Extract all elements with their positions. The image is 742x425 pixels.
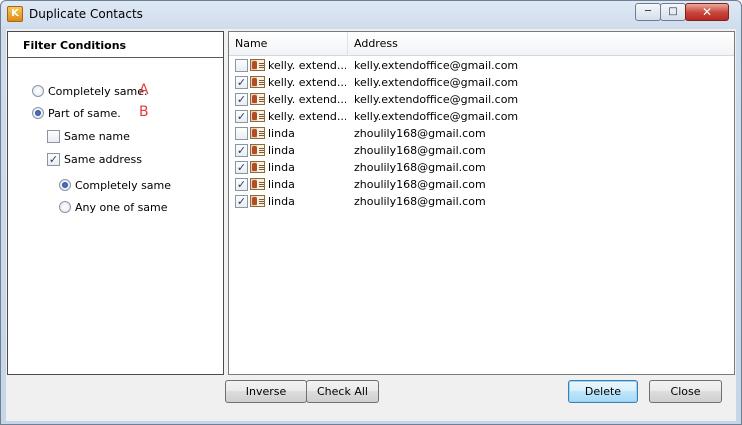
contact-address: zhoulily168@gmail.com — [354, 127, 486, 140]
filter-conditions-title: Filter Conditions — [23, 39, 127, 52]
table-row[interactable]: ✓ kelly. extend... kelly.extendoffice@gmai… — [229, 91, 734, 108]
row-checkbox[interactable]: ✓ — [235, 76, 248, 89]
table-row[interactable]: kelly. extend... kelly.extendoffice@gmail… — [229, 57, 734, 74]
contact-card-icon — [250, 93, 265, 105]
table-row[interactable]: ✓ linda zhoulily168@gmail.com — [229, 142, 734, 159]
same-address-label: Same address — [64, 152, 142, 166]
same-address-checkbox[interactable]: ✓ Same address — [47, 151, 142, 167]
contact-card-icon — [250, 59, 265, 71]
any-one-of-same-label: Any one of same — [75, 200, 168, 214]
contact-name: linda — [268, 195, 295, 208]
title-bar[interactable]: K Duplicate Contacts ─ □ ✕ — [1, 1, 741, 27]
completely-same-label: Completely same. — [48, 84, 148, 98]
part-of-same-label: Part of same. — [48, 106, 121, 120]
app-icon: K — [7, 6, 23, 22]
contact-address: kelly.extendoffice@gmail.com — [354, 93, 519, 106]
column-header-name[interactable]: Name — [229, 32, 348, 56]
list-header: Name Address — [229, 32, 734, 56]
row-checkbox[interactable]: ✓ — [235, 144, 248, 157]
sub-completely-same-label: Completely same — [75, 178, 172, 192]
duplicate-contacts-window: K Duplicate Contacts ─ □ ✕ Filter Condit… — [0, 0, 742, 425]
row-checkbox[interactable]: ✓ — [235, 178, 248, 191]
contact-name: kelly. extend... — [268, 59, 346, 72]
contact-address: zhoulily168@gmail.com — [354, 178, 486, 191]
same-name-label: Same name — [64, 129, 130, 143]
filter-conditions-panel: Filter Conditions Completely same. A Par… — [7, 31, 224, 375]
close-button[interactable]: Close — [649, 380, 722, 403]
contact-card-icon — [250, 110, 265, 122]
contact-address: kelly.extendoffice@gmail.com — [354, 110, 519, 123]
row-checkbox[interactable]: ✓ — [235, 161, 248, 174]
any-one-of-same-radio[interactable]: Any one of same — [59, 199, 168, 215]
contact-address: kelly.extendoffice@gmail.com — [354, 76, 519, 89]
contact-address: zhoulily168@gmail.com — [354, 161, 486, 174]
column-header-address[interactable]: Address — [348, 32, 728, 56]
contact-card-icon — [250, 144, 265, 156]
contact-name: kelly. extend... — [268, 93, 346, 106]
row-checkbox[interactable]: ✓ — [235, 195, 248, 208]
radio-icon — [59, 201, 71, 213]
check-all-button[interactable]: Check All — [306, 380, 379, 403]
minimize-button[interactable]: ─ — [635, 3, 661, 21]
contact-name: kelly. extend... — [268, 110, 346, 123]
same-name-checkbox[interactable]: Same name — [47, 128, 130, 144]
contact-card-icon — [250, 195, 265, 207]
table-row[interactable]: ✓ linda zhoulily168@gmail.com — [229, 159, 734, 176]
contact-card-icon — [250, 161, 265, 173]
close-window-button[interactable]: ✕ — [685, 3, 729, 21]
table-row[interactable]: ✓ kelly. extend... kelly.extendoffice@gmai… — [229, 108, 734, 125]
dialog-body: Filter Conditions Completely same. A Par… — [6, 29, 736, 421]
row-checkbox[interactable]: ✓ — [235, 93, 248, 106]
table-row[interactable]: linda zhoulily168@gmail.com — [229, 125, 734, 142]
table-row[interactable]: ✓ linda zhoulily168@gmail.com — [229, 176, 734, 193]
row-checkbox[interactable]: ✓ — [235, 110, 248, 123]
duplicate-contacts-list[interactable]: Name Address kelly. extend... kelly.exten… — [228, 31, 735, 375]
contact-name: linda — [268, 144, 295, 157]
row-checkbox[interactable] — [235, 127, 248, 140]
marker-a: A — [139, 82, 149, 98]
checkbox-icon: ✓ — [47, 152, 60, 166]
filter-conditions-header: Filter Conditions — [8, 32, 223, 58]
contact-address: zhoulily168@gmail.com — [354, 144, 486, 157]
contact-name: linda — [268, 127, 295, 140]
delete-button[interactable]: Delete — [568, 380, 638, 403]
checkbox-icon — [47, 129, 60, 143]
table-row[interactable]: ✓ kelly. extend... kelly.extendoffice@gmai… — [229, 74, 734, 91]
completely-same-radio[interactable]: Completely same. — [32, 83, 148, 99]
sub-completely-same-radio[interactable]: Completely same — [59, 177, 171, 193]
row-checkbox[interactable] — [235, 59, 248, 72]
maximize-button[interactable]: □ — [660, 3, 686, 21]
contact-card-icon — [250, 127, 265, 139]
radio-icon — [59, 179, 71, 191]
contact-address: kelly.extendoffice@gmail.com — [354, 59, 519, 72]
part-of-same-radio[interactable]: Part of same. — [32, 105, 121, 121]
window-title: Duplicate Contacts — [29, 7, 143, 21]
marker-b: B — [139, 104, 149, 120]
contact-name: kelly. extend... — [268, 76, 346, 89]
contact-card-icon — [250, 76, 265, 88]
contact-name: linda — [268, 161, 295, 174]
contact-name: linda — [268, 178, 295, 191]
contact-address: zhoulily168@gmail.com — [354, 195, 486, 208]
radio-icon — [32, 85, 44, 97]
inverse-button[interactable]: Inverse — [225, 380, 307, 403]
contact-card-icon — [250, 178, 265, 190]
table-row[interactable]: ✓ linda zhoulily168@gmail.com — [229, 193, 734, 210]
radio-icon — [32, 107, 44, 119]
